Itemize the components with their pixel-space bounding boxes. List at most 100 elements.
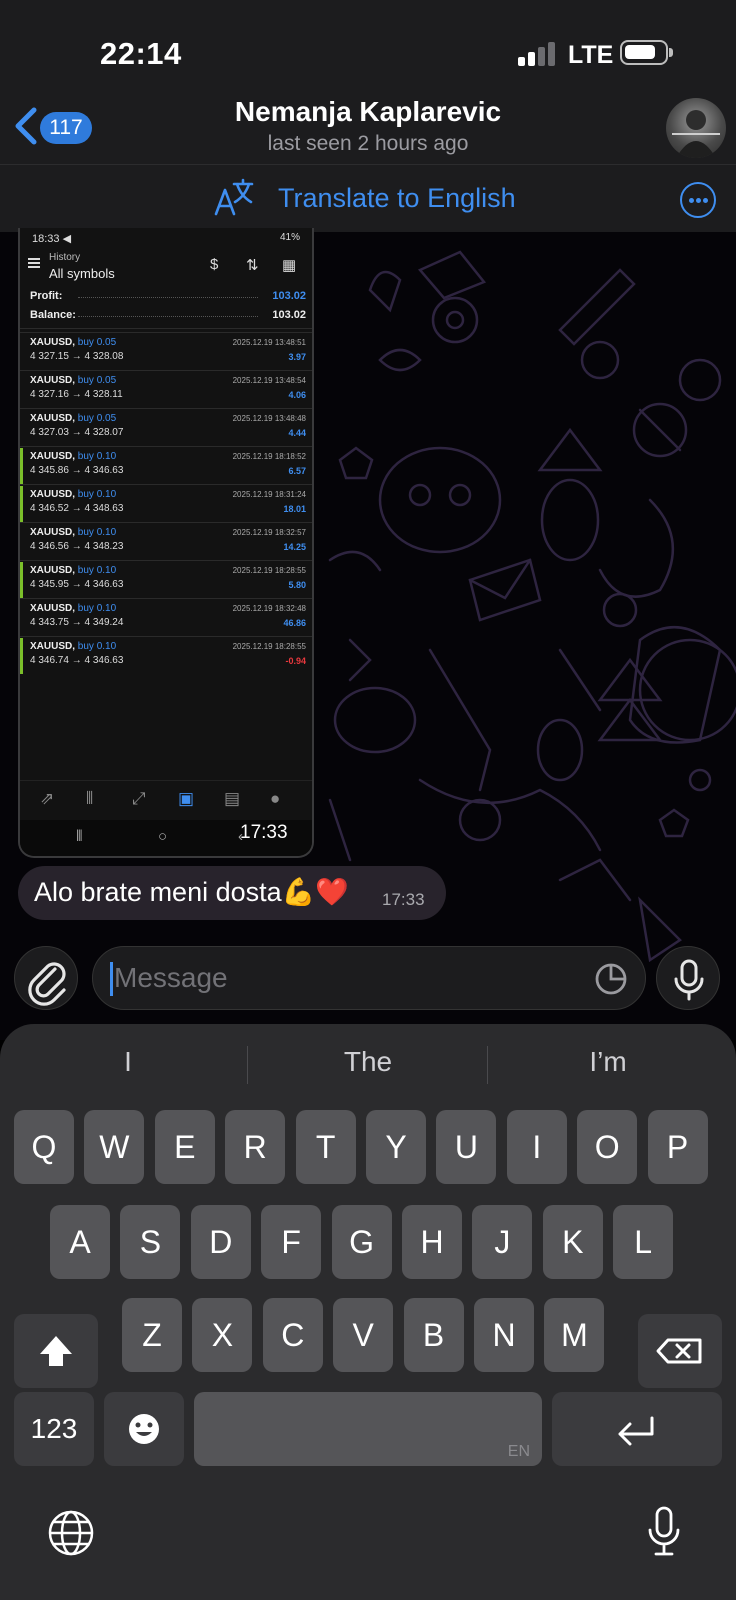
suggestion-separator (487, 1046, 488, 1084)
trade-action: buy 0.10 (77, 451, 117, 462)
dictation-mic-icon[interactable] (644, 1504, 684, 1560)
trade-date: 2025.12.19 18:28:55 (232, 642, 306, 651)
trade-row: XAUUSD, buy 0.10 4 346.74 → 4 346.63 2025.… (20, 636, 312, 674)
microphone-icon (674, 959, 704, 1001)
key-t[interactable]: T (295, 1110, 356, 1184)
trade-symbol: XAUUSD, buy 0.05 (30, 413, 117, 424)
trade-action: buy 0.10 (77, 565, 117, 576)
key-h[interactable]: H (402, 1205, 462, 1279)
key-r[interactable]: R (225, 1110, 286, 1184)
trade-date: 2025.12.19 13:48:54 (232, 376, 306, 385)
message-text: Alo brate meni dosta💪❤️ (34, 877, 349, 907)
avatar[interactable] (666, 98, 726, 158)
trade-profit: 18.01 (283, 504, 306, 514)
trade-prices: 4 346.56 → 4 348.23 (30, 541, 124, 552)
image-calendar-icon: ▦ (282, 257, 297, 274)
trade-date: 2025.12.19 18:32:48 (232, 604, 306, 613)
trade-prices: 4 327.15 → 4 328.08 (30, 351, 124, 362)
trade-prices: 4 346.74 → 4 346.63 (30, 655, 124, 666)
key-q[interactable]: Q (14, 1110, 74, 1184)
image-status-time: 18:33 ◀ (32, 233, 72, 245)
key-m[interactable]: M (544, 1298, 605, 1372)
trade-prices: 4 346.52 → 4 348.63 (30, 503, 124, 514)
header-divider (0, 164, 736, 165)
trade-action: buy 0.05 (77, 413, 117, 424)
image-message-time: 17:33 (240, 822, 288, 843)
key-e[interactable]: E (154, 1110, 215, 1184)
attach-button[interactable] (14, 946, 78, 1010)
last-seen-status: last seen 2 hours ago (267, 132, 469, 155)
trade-prices: 4 345.95 → 4 346.63 (30, 579, 124, 590)
trade-profit: 3.97 (288, 352, 306, 362)
cellular-signal-icon (518, 42, 558, 66)
key-a[interactable]: A (50, 1205, 110, 1279)
trade-row: XAUUSD, buy 0.10 4 346.52 → 4 348.63 2025.… (20, 484, 312, 522)
backspace-key[interactable] (638, 1314, 722, 1388)
image-history-icon: ▣ (178, 789, 195, 808)
key-z[interactable]: Z (122, 1298, 182, 1372)
key-g[interactable]: G (331, 1205, 392, 1279)
message-time: 17:33 (382, 890, 425, 909)
translate-to-english-button[interactable]: Translate to English (278, 183, 516, 214)
translate-icon[interactable] (212, 176, 256, 220)
globe-icon[interactable] (46, 1508, 96, 1558)
image-menu-icon (28, 258, 40, 268)
key-c[interactable]: C (262, 1298, 323, 1372)
key-o[interactable]: O (577, 1110, 638, 1184)
paperclip-icon (28, 962, 66, 1006)
key-b[interactable]: B (403, 1298, 464, 1372)
battery-icon (620, 40, 673, 65)
suggestion-1[interactable]: I (28, 1046, 228, 1078)
image-sort-icon: ⇅ (246, 257, 259, 274)
emoji-key[interactable] (104, 1392, 184, 1466)
key-p[interactable]: P (647, 1110, 708, 1184)
key-j[interactable]: J (472, 1205, 533, 1279)
key-k[interactable]: K (542, 1205, 603, 1279)
trade-row: XAUUSD, buy 0.10 4 343.75 → 4 349.24 2025.… (20, 598, 312, 636)
status-time: 22:14 (100, 36, 182, 71)
trade-profit: 14.25 (283, 542, 306, 552)
trade-date: 2025.12.19 18:32:57 (232, 528, 306, 537)
key-v[interactable]: V (333, 1298, 394, 1372)
trade-row: XAUUSD, buy 0.05 4 327.16 → 4 328.11 2025.… (20, 370, 312, 408)
key-u[interactable]: U (436, 1110, 497, 1184)
trade-date: 2025.12.19 13:48:51 (232, 338, 306, 347)
key-w[interactable]: W (84, 1110, 145, 1184)
suggestion-3[interactable]: I’m (508, 1046, 708, 1078)
key-f[interactable]: F (261, 1205, 322, 1279)
key-x[interactable]: X (192, 1298, 253, 1372)
trade-prices: 4 327.16 → 4 328.11 (30, 389, 123, 400)
trade-profit: 46.86 (283, 618, 306, 628)
trade-symbol: XAUUSD, buy 0.10 (30, 565, 117, 576)
trade-prices: 4 327.03 → 4 328.07 (30, 427, 124, 438)
trade-symbol: XAUUSD, buy 0.10 (30, 489, 117, 500)
key-n[interactable]: N (474, 1298, 534, 1372)
trade-date: 2025.12.19 18:18:52 (232, 452, 306, 461)
trade-row: XAUUSD, buy 0.10 4 346.56 → 4 348.23 2025.… (20, 522, 312, 560)
trade-profit: 5.80 (288, 580, 306, 590)
key-i[interactable]: I (506, 1110, 567, 1184)
voice-message-button[interactable] (656, 946, 720, 1010)
trade-row: XAUUSD, buy 0.05 4 327.03 → 4 328.07 2025.… (20, 408, 312, 446)
numbers-key[interactable]: 123 (14, 1392, 94, 1466)
shift-key[interactable] (14, 1314, 98, 1388)
key-l[interactable]: L (613, 1205, 674, 1279)
key-y[interactable]: Y (366, 1110, 426, 1184)
contact-name[interactable]: Nemanja Kaplarevic (0, 96, 736, 128)
suggestion-2[interactable]: The (268, 1046, 468, 1078)
trade-date: 2025.12.19 18:28:55 (232, 566, 306, 575)
key-s[interactable]: S (120, 1205, 181, 1279)
image-tab-bar: ⇗ ⫴ ⤢ ▣ ▤ ● (20, 780, 312, 820)
emoji-icon (129, 1414, 159, 1444)
message-placeholder: Message (114, 962, 228, 993)
trade-symbol: XAUUSD, buy 0.10 (30, 641, 117, 652)
return-key[interactable] (552, 1392, 722, 1466)
image-message[interactable]: 18:33 ◀ 41% History All symbols $ ⇅ ▦ Pr… (18, 228, 314, 858)
space-key[interactable]: EN (194, 1392, 542, 1466)
trade-symbol: XAUUSD, buy 0.10 (30, 603, 117, 614)
key-d[interactable]: D (190, 1205, 251, 1279)
sticker-icon[interactable] (594, 962, 628, 996)
trade-action: buy 0.10 (77, 527, 117, 538)
more-options-icon[interactable] (680, 182, 716, 218)
image-balance-row: Balance: 103.02 (30, 309, 306, 321)
